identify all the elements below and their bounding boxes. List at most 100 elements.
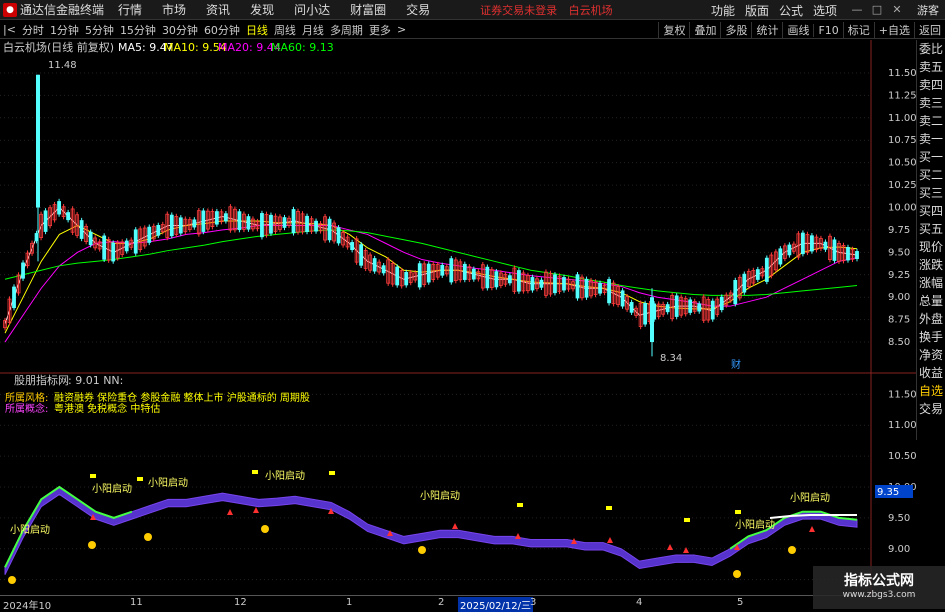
- period-1min[interactable]: 1分钟: [47, 22, 82, 38]
- rp-item-bid3[interactable]: 买三: [917, 184, 945, 202]
- rp-item-trade[interactable]: 交易: [917, 400, 945, 418]
- rp-item-bid2[interactable]: 买二: [917, 166, 945, 184]
- candle-body: [539, 279, 544, 288]
- money-bag-icon: [261, 525, 269, 533]
- period-daily[interactable]: 日线: [243, 22, 271, 38]
- period-60min[interactable]: 60分钟: [201, 22, 243, 38]
- candle-body: [665, 304, 670, 313]
- rp-item-change[interactable]: 涨跌: [917, 256, 945, 274]
- y-tick-label: 9.50: [888, 513, 910, 524]
- rp-item-ask4[interactable]: 卖四: [917, 76, 945, 94]
- dropdown-arrow-icon[interactable]: >: [394, 23, 409, 36]
- rp-item-favorites[interactable]: 自选: [917, 382, 945, 400]
- candle-body: [282, 217, 287, 228]
- rp-item-bid5[interactable]: 买五: [917, 220, 945, 238]
- candle-body: [810, 235, 814, 252]
- rp-item-price[interactable]: 现价: [917, 238, 945, 256]
- btn-statistics[interactable]: 统计: [751, 22, 782, 38]
- x-tick: 1: [346, 597, 353, 608]
- red-arrow-icon: [515, 533, 521, 539]
- menu-formula[interactable]: 公式: [779, 2, 803, 19]
- btn-add-favorite[interactable]: +自选: [873, 22, 914, 38]
- rp-item-turnover[interactable]: 换手: [917, 328, 945, 346]
- menu-discover[interactable]: 发现: [250, 1, 274, 18]
- close-icon[interactable]: ✕: [887, 0, 907, 20]
- period-5min[interactable]: 5分钟: [82, 22, 117, 38]
- rp-item-volume[interactable]: 总量: [917, 292, 945, 310]
- menu-market-quotes[interactable]: 行情: [118, 1, 142, 18]
- menu-market[interactable]: 市场: [162, 1, 186, 18]
- y-tick-label: 8.50: [888, 337, 910, 348]
- x-tick: 5: [737, 597, 744, 608]
- btn-mark[interactable]: 标记: [842, 22, 874, 38]
- candle-body: [801, 232, 805, 255]
- red-arrow-icon: [607, 537, 613, 543]
- rp-item-earnings[interactable]: 收益: [917, 364, 945, 382]
- collapse-icon[interactable]: |<: [0, 23, 19, 36]
- menu-wealth-circle[interactable]: 财富圈: [350, 1, 386, 18]
- stock-chart[interactable]: 11.50 11.25 11.00 10.75 10.50 10.25 10.00 9.75 9…: [0, 40, 916, 595]
- btn-back[interactable]: 返回: [914, 22, 945, 38]
- period-monthly[interactable]: 月线: [299, 22, 327, 38]
- period-intraday[interactable]: 分时: [19, 22, 47, 38]
- y-tick-label: 8.75: [888, 315, 910, 326]
- menu-function[interactable]: 功能: [711, 2, 735, 19]
- candle-body: [372, 258, 377, 272]
- candle-body: [201, 210, 206, 232]
- candle-body: [755, 269, 760, 280]
- candle-body: [66, 212, 71, 221]
- ma-line-ma10: [4, 220, 858, 334]
- finance-marker[interactable]: 财: [731, 358, 741, 371]
- red-arrow-icon: [227, 509, 233, 515]
- period-15min[interactable]: 15分钟: [117, 22, 159, 38]
- btn-multi-stock[interactable]: 多股: [720, 22, 751, 38]
- rp-item-bid4[interactable]: 买四: [917, 202, 945, 220]
- guest-label[interactable]: 游客: [917, 2, 939, 18]
- candle-body: [111, 242, 116, 262]
- candle-body: [688, 299, 693, 313]
- menu-options[interactable]: 选项: [813, 2, 837, 19]
- rp-item-change-pct[interactable]: 涨幅: [917, 274, 945, 292]
- minimize-icon[interactable]: —: [847, 0, 867, 20]
- y-tick-label: 10.50: [888, 158, 916, 169]
- rp-item-weibi[interactable]: 委比: [917, 40, 945, 58]
- btn-overlay[interactable]: 叠加: [689, 22, 720, 38]
- candle-body: [269, 214, 273, 234]
- signal-label: 小阳启动: [265, 469, 305, 482]
- rp-item-ask2[interactable]: 卖二: [917, 112, 945, 130]
- candle-body: [530, 277, 535, 291]
- money-bag-icon: [418, 546, 426, 554]
- period-30min[interactable]: 30分钟: [159, 22, 201, 38]
- rp-item-ask3[interactable]: 卖三: [917, 94, 945, 112]
- money-bag-icon: [8, 576, 16, 584]
- rp-item-outer[interactable]: 外盘: [917, 310, 945, 328]
- menu-trade[interactable]: 交易: [406, 1, 430, 18]
- menu-layout[interactable]: 版面: [745, 2, 769, 19]
- rp-item-net-assets[interactable]: 净资: [917, 346, 945, 364]
- btn-adjust-rights[interactable]: 复权: [658, 22, 689, 38]
- period-toolbar: |< 分时 1分钟 5分钟 15分钟 30分钟 60分钟 日线 周线 月线 多周…: [0, 21, 945, 39]
- menu-ask-xiaoda[interactable]: 问小达: [294, 1, 330, 18]
- rp-item-ask1[interactable]: 卖一: [917, 130, 945, 148]
- login-status[interactable]: 证券交易未登录 白云机场: [480, 2, 621, 18]
- candle-body: [192, 219, 197, 228]
- btn-draw-line[interactable]: 画线: [782, 22, 813, 38]
- candle-body: [562, 277, 566, 291]
- watermark-title: 指标公式网: [844, 573, 914, 589]
- btn-f10[interactable]: F10: [813, 23, 842, 37]
- period-weekly[interactable]: 周线: [271, 22, 299, 38]
- rp-item-bid1[interactable]: 买一: [917, 148, 945, 166]
- y-tick-label: 11.25: [888, 90, 916, 101]
- rp-item-ask5[interactable]: 卖五: [917, 58, 945, 76]
- maximize-icon[interactable]: □: [867, 0, 887, 20]
- red-arrow-icon: [809, 526, 815, 532]
- concept-text: 粤港澳 免税概念 中特估: [54, 402, 160, 415]
- candle-body: [36, 74, 40, 208]
- candle-body: [507, 275, 512, 284]
- y-tick-label: 9.00: [888, 292, 910, 303]
- menu-news[interactable]: 资讯: [206, 1, 230, 18]
- period-multi[interactable]: 多周期: [327, 22, 366, 38]
- period-more[interactable]: 更多: [366, 22, 394, 38]
- candle-body: [764, 257, 769, 282]
- y-tick-label: 9.00: [888, 544, 910, 555]
